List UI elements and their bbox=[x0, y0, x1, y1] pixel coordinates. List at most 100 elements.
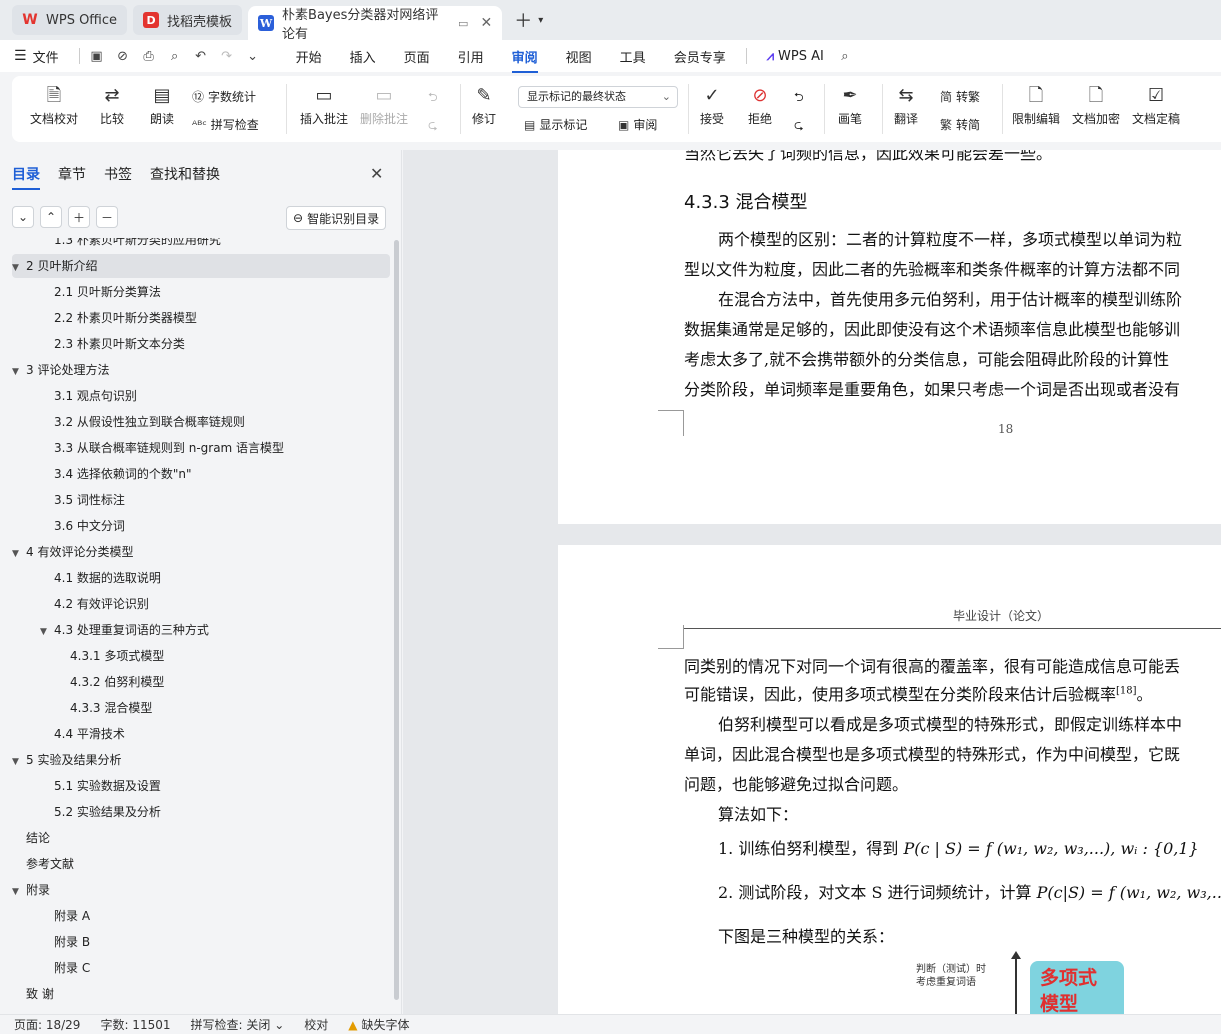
toc-item[interactable]: 3.3 从联合概率链规则到 n-gram 语言模型 bbox=[12, 436, 390, 460]
prev-change-icon[interactable]: ⮌ bbox=[794, 88, 804, 109]
toc-item[interactable]: 4.1 数据的选取说明 bbox=[12, 566, 390, 590]
page-indicator[interactable]: 页面: 18/29 bbox=[14, 1016, 80, 1033]
print-preview-icon[interactable]: ⌕ bbox=[164, 49, 186, 64]
expand-caret-icon[interactable]: ▼ bbox=[12, 542, 26, 566]
menu-member[interactable]: 会员专享 bbox=[674, 47, 726, 66]
doc-encrypt-button[interactable]: 🗋 文档加密 bbox=[1072, 82, 1120, 127]
toc-item[interactable]: 2.2 朴素贝叶斯分类器模型 bbox=[12, 306, 390, 330]
wps-ai-button[interactable]: ⩘ WPS AI bbox=[767, 49, 824, 64]
save-icon[interactable]: ▣ bbox=[86, 49, 108, 64]
pen-button[interactable]: ✒ 画笔 bbox=[838, 82, 862, 127]
markup-mode-select[interactable]: 显示标记的最终状态 ⌄ bbox=[518, 86, 678, 108]
expand-caret-icon[interactable]: ▼ bbox=[12, 256, 26, 280]
toc-item[interactable]: 4.3.2 伯努利模型 bbox=[12, 670, 390, 694]
tab-toc[interactable]: 目录 bbox=[12, 164, 40, 190]
to-traditional-button[interactable]: 简 转繁 bbox=[940, 88, 980, 105]
menu-tools[interactable]: 工具 bbox=[620, 47, 646, 66]
expand-icon[interactable]: ⌃ bbox=[40, 206, 62, 228]
menu-view[interactable]: 视图 bbox=[566, 47, 592, 66]
word-count[interactable]: 字数: 11501 bbox=[100, 1016, 170, 1033]
menu-review[interactable]: 审阅 bbox=[511, 47, 538, 73]
toc-item[interactable]: 5.1 实验数据及设置 bbox=[12, 774, 390, 798]
toc-item[interactable]: 附录 A bbox=[12, 904, 390, 928]
file-menu[interactable]: ☰ 文件 bbox=[14, 47, 59, 66]
toc-item[interactable]: 2.3 朴素贝叶斯文本分类 bbox=[12, 332, 390, 356]
show-markup-button[interactable]: ▤ 显示标记 bbox=[524, 116, 587, 133]
toc-item[interactable]: 3.6 中文分词 bbox=[12, 514, 390, 538]
smart-toc-button[interactable]: ⊖ 智能识别目录 bbox=[286, 206, 387, 230]
prev-comment-icon[interactable]: ⮌ bbox=[428, 88, 438, 109]
search-icon[interactable]: ⌕ bbox=[834, 49, 856, 64]
toc-item[interactable]: 5.2 实验结果及分析 bbox=[12, 800, 390, 824]
add-icon[interactable]: ＋ bbox=[68, 206, 90, 228]
collapse-icon[interactable]: ⌄ bbox=[12, 206, 34, 228]
next-comment-icon[interactable]: ⮎ bbox=[428, 116, 438, 137]
document-canvas[interactable]: 当然它丢失了词频的信息，因此效果可能会差一些。 4.3.3 混合模型 两个模型的… bbox=[403, 150, 1221, 1014]
toc-item[interactable]: 4.4 平滑技术 bbox=[12, 722, 390, 746]
doc-proof-button[interactable]: 🗎 文档校对 bbox=[30, 82, 78, 127]
spell-check-status[interactable]: 拼写检查: 关闭 ⌄ bbox=[191, 1016, 285, 1033]
toc-item[interactable]: 4.2 有效评论识别 bbox=[12, 592, 390, 616]
toc-item[interactable]: 3.2 从假设性独立到联合概率链规则 bbox=[12, 410, 390, 434]
close-icon[interactable]: ✕ bbox=[480, 15, 492, 31]
toc-item[interactable]: ▼ 附录 bbox=[12, 878, 390, 902]
missing-font-status[interactable]: ▲ 缺失字体 bbox=[348, 1016, 409, 1033]
toc-item[interactable]: ▼ 5 实验及结果分析 bbox=[12, 748, 390, 772]
translate-button[interactable]: ⇆ 翻译 bbox=[894, 82, 918, 127]
accept-button[interactable]: ✓ 接受 bbox=[700, 82, 724, 127]
toc-item[interactable]: 致 谢 bbox=[12, 982, 390, 1006]
toc-item[interactable]: 附录 B bbox=[12, 930, 390, 954]
word-count-button[interactable]: ⑫ 字数统计 bbox=[192, 88, 256, 105]
toc-item[interactable]: ▼ 4.3 处理重复词语的三种方式 bbox=[12, 618, 390, 642]
toc-item[interactable]: 3.4 选择依赖词的个数"n" bbox=[12, 462, 390, 486]
menu-insert[interactable]: 插入 bbox=[350, 47, 376, 66]
expand-caret-icon[interactable]: ▼ bbox=[12, 880, 26, 904]
new-tab-icon[interactable]: ＋ bbox=[514, 7, 532, 33]
remove-icon[interactable]: － bbox=[96, 206, 118, 228]
review-pane-button[interactable]: ▣ 审阅 bbox=[618, 116, 657, 133]
proof-status[interactable]: 校对 bbox=[304, 1016, 328, 1033]
tab-sections[interactable]: 章节 bbox=[58, 164, 86, 184]
compare-button[interactable]: ⇄ 比较 bbox=[100, 82, 124, 127]
toc-item[interactable]: 1.3 朴素贝叶斯分类的应用研究 bbox=[12, 238, 390, 252]
next-change-icon[interactable]: ⮎ bbox=[794, 116, 804, 137]
more-icon[interactable]: ⌄ bbox=[242, 49, 264, 64]
expand-caret-icon[interactable]: ▼ bbox=[12, 750, 26, 774]
insert-comment-button[interactable]: ▭ 插入批注 bbox=[300, 82, 348, 127]
toc-item[interactable]: ▼ 2 贝叶斯介绍 bbox=[12, 254, 390, 278]
redo-icon[interactable]: ↷ bbox=[216, 49, 238, 64]
tab-template[interactable]: D 找稻壳模板 bbox=[133, 5, 243, 35]
toc-item[interactable]: 3.5 词性标注 bbox=[12, 488, 390, 512]
track-changes-button[interactable]: ✎ 修订 bbox=[472, 82, 496, 127]
tab-find-replace[interactable]: 查找和替换 bbox=[150, 164, 220, 184]
toc-item[interactable]: 3.1 观点句识别 bbox=[12, 384, 390, 408]
toc-item[interactable]: 附录 C bbox=[12, 956, 390, 980]
delete-comment-button[interactable]: ▭ 删除批注 bbox=[360, 82, 408, 127]
read-aloud-button[interactable]: ▤ 朗读 bbox=[150, 82, 174, 127]
toc-item[interactable]: 参考文献 bbox=[12, 852, 390, 876]
close-icon[interactable]: ✕ bbox=[370, 164, 383, 183]
menu-page[interactable]: 页面 bbox=[404, 47, 430, 66]
reject-button[interactable]: ⊘ 拒绝 bbox=[748, 82, 772, 127]
toc-scrollbar[interactable] bbox=[394, 240, 399, 1000]
toc-item[interactable]: ▼ 3 评论处理方法 bbox=[12, 358, 390, 382]
doc-finalize-button[interactable]: ☑ 文档定稿 bbox=[1132, 82, 1180, 127]
tab-wps-office[interactable]: W WPS Office bbox=[12, 5, 128, 35]
toc-item[interactable]: 4.3.3 混合模型 bbox=[12, 696, 390, 720]
citation[interactable]: [18] bbox=[1116, 686, 1137, 697]
link-icon[interactable]: ⊘ bbox=[112, 49, 134, 64]
expand-caret-icon[interactable]: ▼ bbox=[40, 620, 54, 644]
menu-start[interactable]: 开始 bbox=[296, 47, 322, 66]
tab-bookmarks[interactable]: 书签 bbox=[104, 164, 132, 184]
to-simplified-button[interactable]: 繁 转简 bbox=[940, 116, 980, 133]
toc-item[interactable]: ▼ 4 有效评论分类模型 bbox=[12, 540, 390, 564]
menu-reference[interactable]: 引用 bbox=[458, 47, 484, 66]
print-icon[interactable]: ⎙ bbox=[138, 49, 160, 64]
toc-item[interactable]: 结论 bbox=[12, 826, 390, 850]
expand-caret-icon[interactable]: ▼ bbox=[12, 360, 26, 384]
toc-item[interactable]: 4.3.1 多项式模型 bbox=[12, 644, 390, 668]
tab-document[interactable]: W 朴素Bayes分类器对网络评论有 ▭ ✕ bbox=[248, 6, 503, 42]
spell-check-button[interactable]: ᴬᴮᶜ 拼写检查 bbox=[192, 116, 259, 133]
restrict-edit-button[interactable]: 🗋 限制编辑 bbox=[1012, 82, 1060, 127]
toc-item[interactable]: 2.1 贝叶斯分类算法 bbox=[12, 280, 390, 304]
